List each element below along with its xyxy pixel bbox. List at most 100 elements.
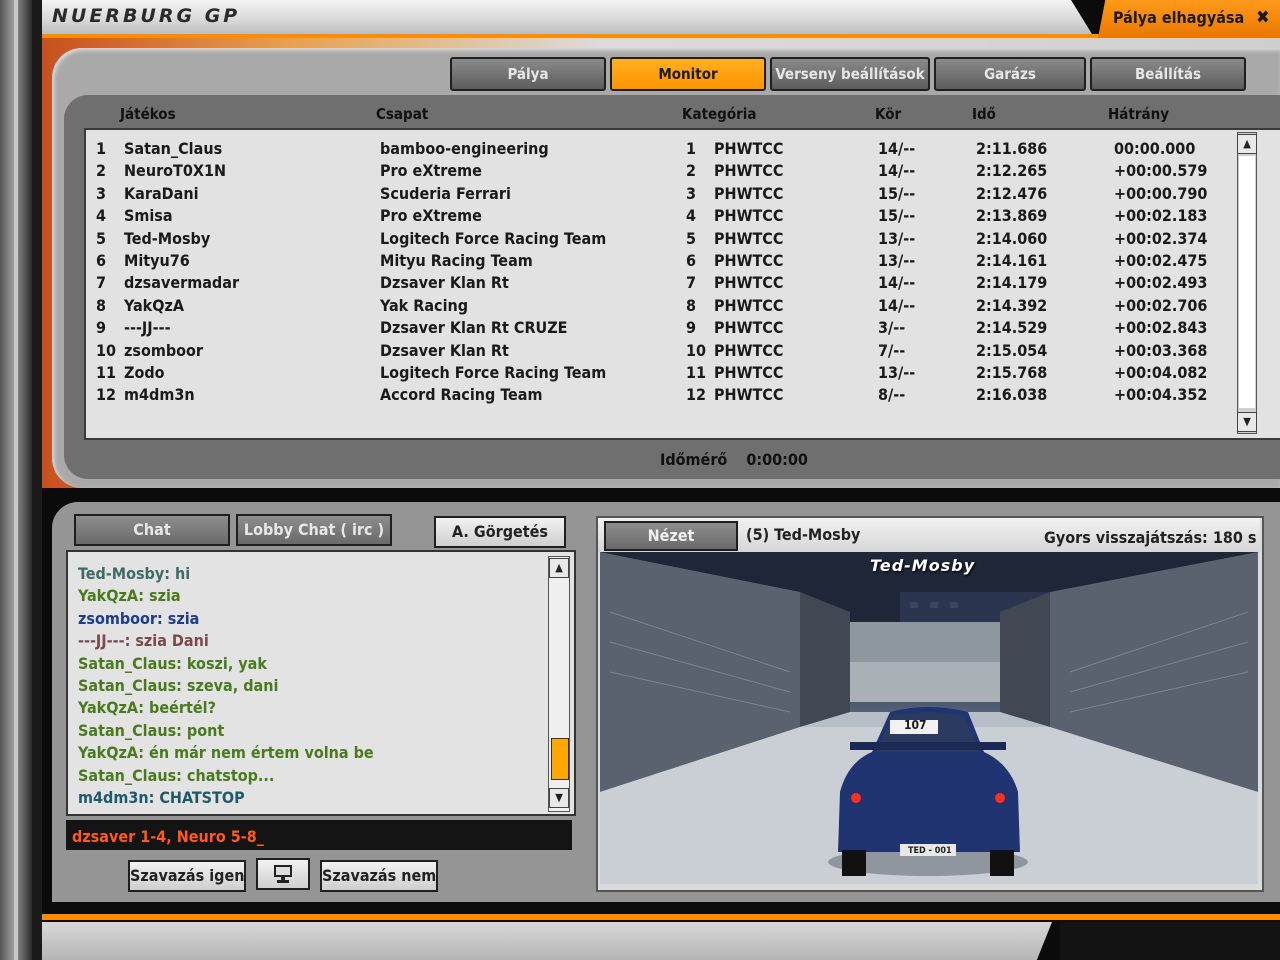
- table-row[interactable]: 5 Ted-Mosby Logitech Force Racing Team 5 PHW…: [86, 229, 1236, 251]
- cell-time: 2:15.768: [976, 363, 1048, 382]
- cell-pos: 8: [96, 295, 107, 315]
- cell-gap: 00:00.000: [1114, 139, 1196, 158]
- cell-pos: 11: [96, 363, 117, 382]
- table-row[interactable]: 11 Zodo Logitech Force Racing Team 11 PHWTCC…: [86, 363, 1236, 385]
- cell-time: 2:12.265: [976, 161, 1048, 181]
- cell-time: 2:12.476: [976, 183, 1048, 203]
- chat-message: Satan_Claus: koszi, yak: [78, 653, 267, 673]
- cell-player: Satan_Claus: [124, 139, 223, 158]
- chat-message: Satan_Claus: pont: [78, 720, 225, 740]
- tab-label: Lobby Chat ( irc ): [243, 520, 385, 539]
- timer-value: 0:00:00: [746, 450, 808, 469]
- tab-race-settings[interactable]: Verseny beállítások: [770, 57, 930, 91]
- header-category: Kategória: [682, 105, 757, 123]
- panel-separator: [42, 488, 1280, 502]
- table-row[interactable]: 4 Smisa Pro eXtreme 4 PHWTCC 15/-- 2:13.869 +00…: [86, 206, 1236, 228]
- header-player: Játékos: [120, 105, 176, 123]
- cell-cpos: 3: [686, 183, 697, 203]
- vote-yes-button[interactable]: Szavazás igen: [128, 860, 246, 892]
- cell-cpos: 1: [686, 139, 697, 158]
- cell-time: 2:15.054: [976, 340, 1048, 360]
- cell-player: m4dm3n: [124, 385, 195, 405]
- garage-scene: [600, 552, 1258, 884]
- header-lap: Kör: [875, 105, 902, 123]
- table-row[interactable]: 1 Satan_Claus bamboo-engineering 1 PHWTCC 14/…: [86, 139, 1236, 161]
- tab-label: Chat: [133, 520, 171, 539]
- scroll-down-icon[interactable]: ▼: [1237, 412, 1257, 432]
- cell-pos: 5: [96, 228, 107, 248]
- cell-player: Mityu76: [124, 251, 190, 270]
- tab-settings[interactable]: Beállítás: [1090, 57, 1246, 91]
- chat-message: Satan_Claus: chatstop...: [78, 765, 275, 785]
- cell-team: Dzsaver Klan Rt: [380, 273, 509, 293]
- cell-team: Logitech Force Racing Team: [380, 363, 607, 382]
- cell-player: zsomboor: [124, 340, 204, 360]
- cell-player: KaraDani: [124, 183, 199, 203]
- cell-lap: 13/--: [878, 228, 916, 248]
- cell-cat: PHWTCC: [714, 228, 784, 248]
- close-x-icon[interactable]: ✖: [1256, 7, 1270, 28]
- cell-player: NeuroT0X1N: [124, 161, 227, 181]
- cell-cpos: 10: [686, 340, 707, 360]
- cell-time: 2:11.686: [976, 139, 1048, 158]
- cell-pos: 1: [96, 139, 107, 158]
- cell-lap: 14/--: [878, 139, 916, 158]
- view-button[interactable]: Nézet: [604, 521, 738, 551]
- cell-player: dzsavermadar: [124, 273, 240, 293]
- left-edge-stripe: [14, 0, 18, 960]
- table-row[interactable]: 12 m4dm3n Accord Racing Team 12 PHWTCC 8/-- 2:…: [86, 385, 1236, 407]
- chat-scroll-thumb[interactable]: [551, 738, 569, 780]
- vote-no-button[interactable]: Szavazás nem: [320, 860, 438, 892]
- bottom-corner: [1060, 922, 1280, 960]
- cell-team: Yak Racing: [380, 295, 469, 315]
- table-row[interactable]: 10 zsomboor Dzsaver Klan Rt 10 PHWTCC 7/-- 2:1…: [86, 341, 1236, 363]
- table-row[interactable]: 8 YakQzA Yak Racing 8 PHWTCC 14/-- 2:14.392 +00…: [86, 296, 1236, 318]
- leave-track-label[interactable]: Pálya elhagyása: [1113, 8, 1244, 27]
- cell-pos: 4: [96, 206, 107, 226]
- tab-palya[interactable]: Pálya: [450, 57, 606, 91]
- cell-lap: 15/--: [878, 206, 916, 226]
- cell-time: 2:14.060: [976, 228, 1048, 248]
- table-row[interactable]: 9 ---JJ--- Dzsaver Klan Rt CRUZE 9 PHWTCC 3/-…: [86, 318, 1236, 340]
- monitor-button[interactable]: [256, 858, 310, 890]
- cell-gap: +00:02.374: [1114, 228, 1208, 248]
- tab-lobby-chat[interactable]: Lobby Chat ( irc ): [236, 514, 392, 546]
- table-row[interactable]: 3 KaraDani Scuderia Ferrari 3 PHWTCC 15/-- 2:1…: [86, 184, 1236, 206]
- cell-time: 2:14.179: [976, 273, 1048, 293]
- cell-cat: PHWTCC: [714, 318, 784, 338]
- replay-length-label: Gyors visszajátszás: 180 s: [1044, 528, 1257, 547]
- cell-pos: 2: [96, 161, 107, 181]
- cell-team: Pro eXtreme: [380, 161, 482, 181]
- cell-time: 2:14.161: [976, 251, 1048, 270]
- table-row[interactable]: 6 Mityu76 Mityu Racing Team 6 PHWTCC 13/-- 2:1…: [86, 251, 1236, 273]
- cell-cat: PHWTCC: [714, 295, 784, 315]
- cell-cpos: 7: [686, 273, 697, 293]
- tab-garage[interactable]: Garázs: [934, 57, 1086, 91]
- scroll-down-icon[interactable]: ▼: [549, 788, 569, 808]
- bottom-bar: [42, 922, 1052, 960]
- track-title: NUERBURG GP: [52, 5, 241, 27]
- cell-gap: +00:02.475: [1114, 251, 1208, 270]
- tab-label: Beállítás: [1135, 65, 1201, 83]
- cell-player: Ted-Mosby: [124, 228, 211, 248]
- results-scroll-thumb[interactable]: [1239, 156, 1255, 408]
- scroll-up-icon[interactable]: ▲: [1237, 134, 1257, 154]
- button-label: A. Görgetés: [451, 522, 548, 541]
- chat-message: YakQzA: beértél?: [78, 698, 216, 718]
- cell-lap: 15/--: [878, 183, 916, 203]
- cell-time: 2:16.038: [976, 385, 1048, 405]
- cell-lap: 14/--: [878, 161, 916, 181]
- cell-pos: 9: [96, 318, 107, 338]
- table-row[interactable]: 7 dzsavermadar Dzsaver Klan Rt 7 PHWTCC 14/--…: [86, 273, 1236, 295]
- chat-input-value[interactable]: dzsaver 1-4, Neuro 5-8_: [72, 827, 264, 846]
- cell-gap: +00:02.843: [1114, 318, 1208, 338]
- cell-team: Pro eXtreme: [380, 206, 482, 226]
- tab-monitor[interactable]: Monitor: [610, 57, 766, 91]
- table-row[interactable]: 2 NeuroT0X1N Pro eXtreme 2 PHWTCC 14/-- 2:12.2…: [86, 161, 1236, 183]
- tab-chat[interactable]: Chat: [74, 514, 230, 546]
- autoscroll-button[interactable]: A. Görgetés: [434, 516, 566, 548]
- chat-message: zsomboor: szia: [78, 608, 200, 628]
- tab-label: Verseny beállítások: [775, 65, 925, 83]
- computer-monitor-icon: [272, 865, 294, 888]
- scroll-up-icon[interactable]: ▲: [549, 558, 569, 578]
